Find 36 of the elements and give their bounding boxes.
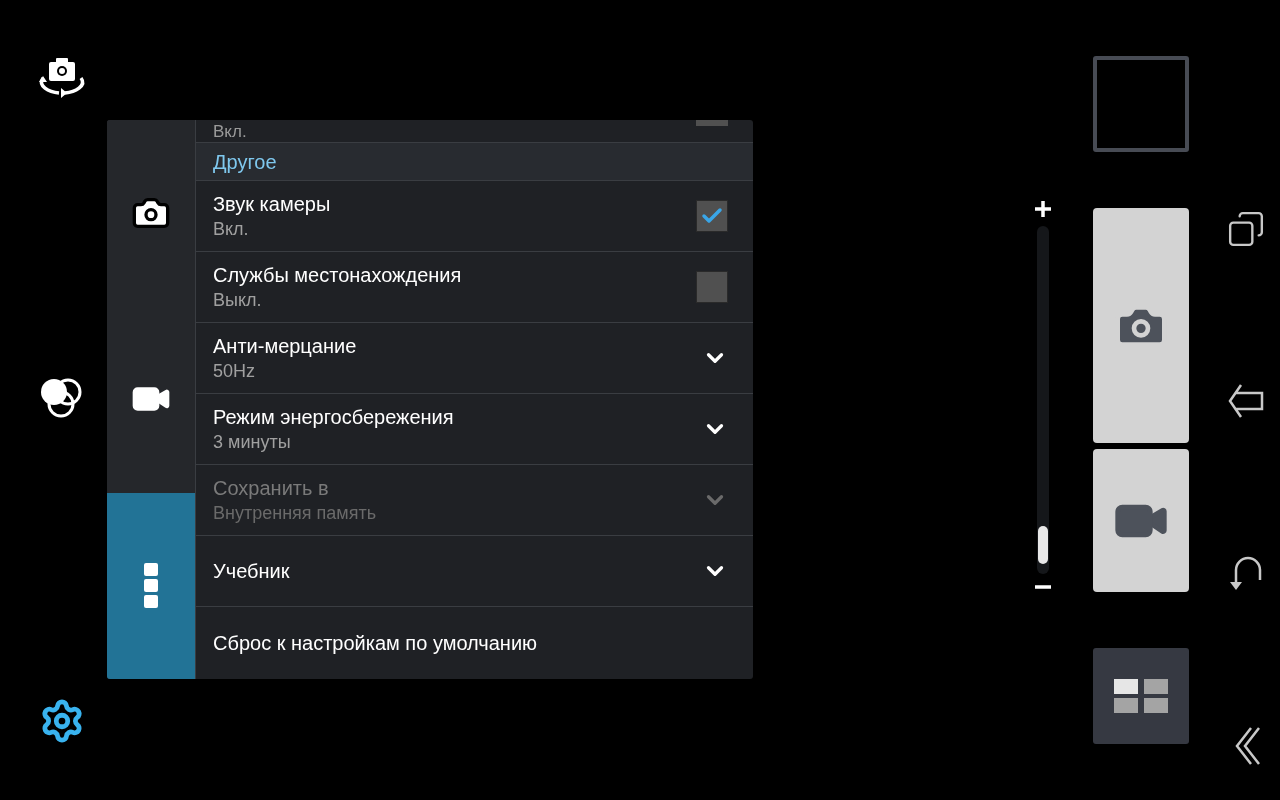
setting-value: Вкл. — [213, 218, 250, 241]
checkbox[interactable] — [696, 120, 728, 126]
checkbox[interactable] — [696, 200, 728, 232]
settings-row[interactable]: Анти-мерцание 50Hz — [196, 323, 753, 394]
mode-button[interactable] — [1093, 648, 1189, 744]
zoom-slider-thumb[interactable] — [1038, 526, 1048, 564]
back-icon[interactable] — [1226, 382, 1265, 420]
setting-title: Сброс к настройкам по умолчанию — [213, 630, 538, 656]
setting-title: Сохранить в — [213, 476, 330, 501]
setting-title: Звук камеры — [213, 192, 331, 217]
setting-value: 50Hz — [213, 360, 257, 383]
thumbnail-frame[interactable] — [1093, 56, 1189, 152]
settings-row[interactable]: Учебник — [196, 536, 753, 607]
checkbox[interactable] — [696, 271, 728, 303]
setting-title: Учебник — [213, 559, 290, 584]
setting-value: Внутренняя память — [213, 502, 377, 525]
setting-value: Вкл. — [213, 122, 247, 142]
zoom-in-icon[interactable] — [1034, 200, 1052, 218]
setting-title: Анти-мерцание — [213, 334, 357, 359]
more-icon — [144, 562, 158, 609]
setting-title: Службы местонахождения — [213, 263, 462, 288]
zoom-out-icon[interactable] — [1034, 584, 1052, 590]
recent-apps-icon[interactable] — [1226, 210, 1265, 248]
settings-row[interactable]: Звук камеры Вкл. — [196, 181, 753, 252]
settings-row[interactable]: Службы местонахождения Выкл. — [196, 252, 753, 323]
settings-row[interactable]: Режим энергосбережения 3 минуты — [196, 394, 753, 465]
setting-value: 3 минуты — [213, 431, 292, 454]
grid-icon — [1114, 679, 1168, 713]
section-title: Другое — [213, 149, 277, 175]
record-button[interactable] — [1093, 449, 1189, 592]
setting-value: Выкл. — [213, 289, 263, 312]
setting-title: Режим энергосбережения — [213, 405, 454, 430]
settings-row[interactable]: Сброс к настройкам по умолчанию — [196, 607, 753, 678]
zoom-slider[interactable] — [1037, 226, 1049, 574]
undo-arrow-icon[interactable] — [1227, 554, 1264, 592]
shutter-button[interactable] — [1093, 208, 1189, 443]
